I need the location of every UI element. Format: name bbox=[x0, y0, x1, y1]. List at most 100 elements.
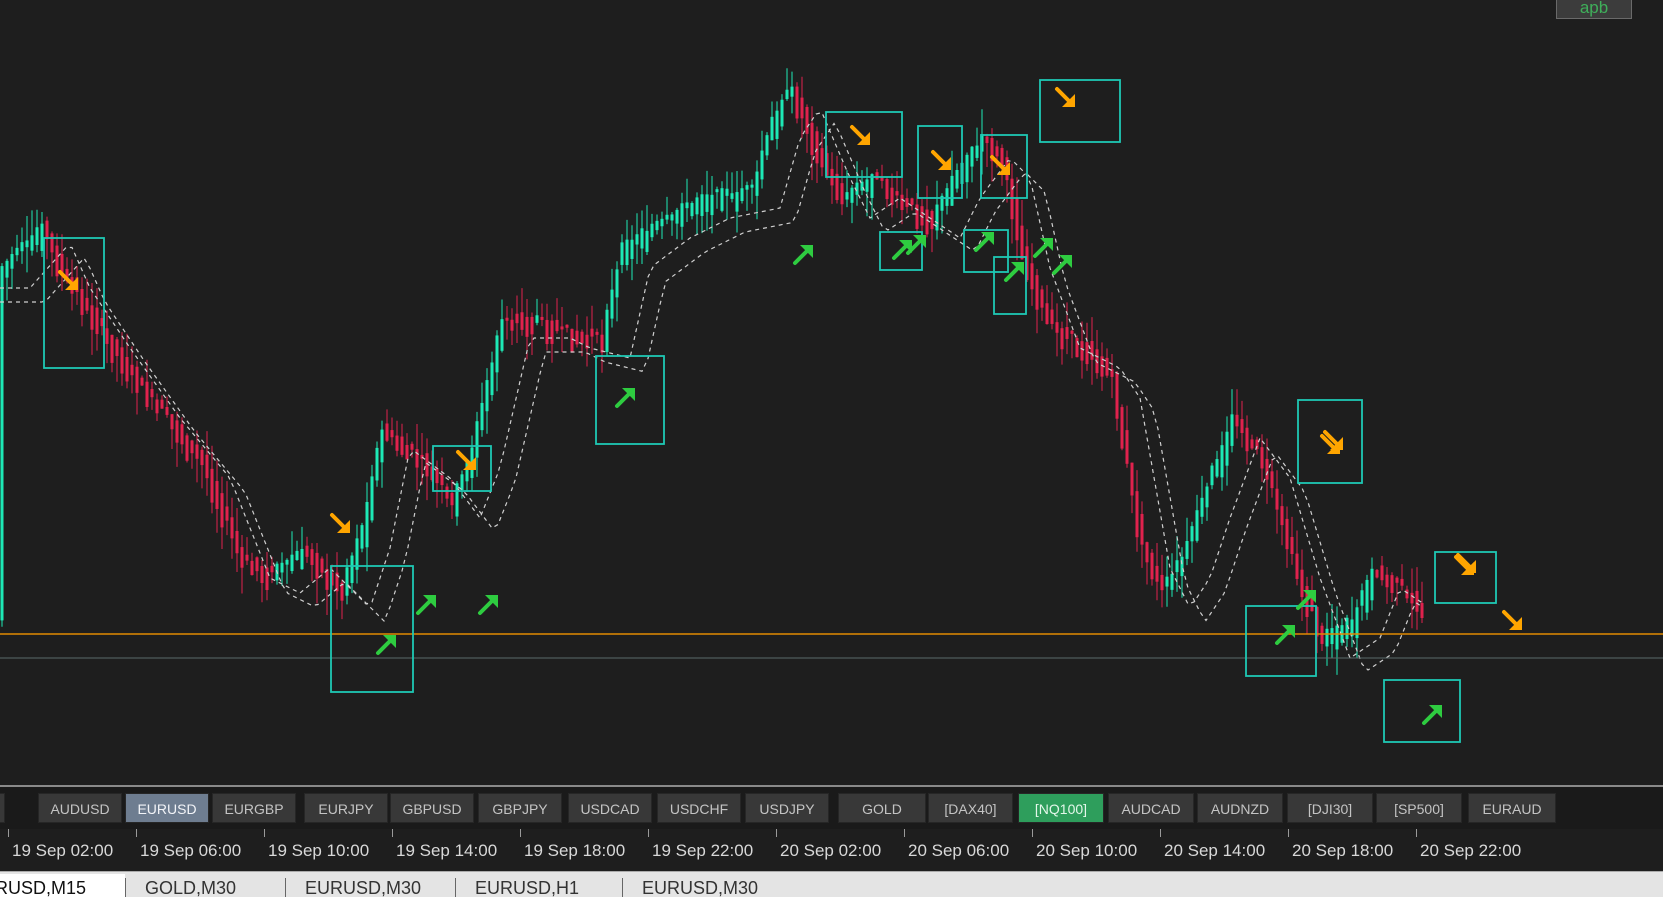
candle-body bbox=[1300, 569, 1304, 598]
candle-body bbox=[50, 233, 54, 253]
symbol-button-gbpjpy[interactable]: GBPJPY bbox=[478, 793, 562, 823]
candle-body bbox=[685, 202, 689, 209]
symbol-button-usdjpy[interactable]: USDJPY bbox=[745, 793, 829, 823]
candle-body bbox=[305, 545, 309, 557]
chart-tab[interactable]: RUSD,M15 bbox=[0, 874, 125, 897]
time-label: 20 Sep 06:00 bbox=[908, 841, 1010, 860]
candle-body bbox=[975, 145, 979, 158]
candle-body bbox=[135, 366, 139, 393]
time-label: 19 Sep 18:00 bbox=[524, 841, 626, 860]
candle-body bbox=[505, 317, 509, 321]
candle-body bbox=[265, 567, 269, 591]
candle-body bbox=[850, 187, 854, 203]
symbol-button-gbpusd[interactable]: GBPUSD bbox=[390, 793, 474, 823]
candle-body bbox=[895, 191, 899, 196]
candle-body bbox=[1040, 289, 1044, 308]
chart-tab[interactable]: EURUSD,H1 bbox=[455, 874, 622, 897]
candle-body bbox=[10, 254, 14, 269]
candle-body bbox=[1260, 447, 1264, 469]
signal-box bbox=[1434, 551, 1497, 604]
symbol-button-eurusd[interactable]: EURUSD bbox=[125, 793, 209, 823]
candle-body bbox=[765, 135, 769, 156]
candle-body bbox=[1335, 625, 1339, 650]
candle-body bbox=[260, 566, 264, 583]
candle-body bbox=[660, 218, 664, 227]
time-label: 19 Sep 06:00 bbox=[140, 841, 242, 860]
candle-body bbox=[1280, 506, 1284, 526]
candle-body bbox=[1050, 309, 1054, 324]
candle-body bbox=[160, 399, 164, 409]
chart-tab[interactable]: EURUSD,M30 bbox=[622, 874, 792, 897]
time-tick bbox=[1160, 829, 1161, 837]
candle-body bbox=[1200, 497, 1204, 517]
candle-body bbox=[665, 214, 669, 220]
time-label: 20 Sep 10:00 bbox=[1036, 841, 1138, 860]
symbol-button-audnzd[interactable]: AUDNZD bbox=[1197, 793, 1283, 823]
candle-body bbox=[725, 188, 729, 196]
candle-body bbox=[225, 506, 229, 521]
candle-body bbox=[550, 320, 554, 344]
symbol-button-euraud[interactable]: EURAUD bbox=[1468, 793, 1556, 823]
chart-tab[interactable]: EURUSD,M30 bbox=[285, 874, 455, 897]
candle-body bbox=[840, 183, 844, 205]
symbol-button-sp500[interactable]: [SP500] bbox=[1376, 793, 1462, 823]
candle-body bbox=[1105, 357, 1109, 376]
tab-separator bbox=[285, 878, 286, 897]
time-label: 19 Sep 10:00 bbox=[268, 841, 370, 860]
candle-body bbox=[475, 421, 479, 458]
symbol-button-dji30[interactable]: [DJI30] bbox=[1287, 793, 1373, 823]
candle-body bbox=[1220, 445, 1224, 478]
symbol-button-gold[interactable]: GOLD bbox=[838, 793, 926, 823]
signal-box bbox=[43, 237, 105, 369]
symbol-button-eurgbp[interactable]: EURGBP bbox=[212, 793, 296, 823]
candle-body bbox=[310, 549, 314, 565]
candle-body bbox=[950, 175, 954, 206]
candle-body bbox=[515, 313, 519, 324]
time-label: 20 Sep 22:00 bbox=[1420, 841, 1522, 860]
top-right-button[interactable]: apb bbox=[1556, 0, 1632, 19]
candle-body bbox=[520, 312, 524, 330]
candle-body bbox=[965, 154, 969, 183]
candle-body bbox=[1360, 590, 1364, 606]
candle-body bbox=[1130, 462, 1134, 496]
candle-body bbox=[350, 555, 354, 584]
symbol-button-usdchf[interactable]: USDCHF bbox=[657, 793, 741, 823]
candle-body bbox=[220, 493, 224, 528]
time-label: 19 Sep 14:00 bbox=[396, 841, 498, 860]
price-chart[interactable]: apb bbox=[0, 0, 1663, 785]
candle-body bbox=[20, 242, 24, 252]
candle-body bbox=[610, 289, 614, 319]
candle-body bbox=[125, 356, 129, 382]
candle-body bbox=[1135, 491, 1139, 538]
candlestick-chart-canvas[interactable] bbox=[0, 0, 1663, 785]
candle-body bbox=[490, 362, 494, 396]
signal-box bbox=[1039, 79, 1121, 143]
candle-body bbox=[540, 316, 544, 320]
candle-body bbox=[35, 227, 39, 246]
time-tick bbox=[8, 829, 9, 837]
candle-body bbox=[740, 188, 744, 202]
candle-body bbox=[45, 220, 49, 240]
candle-body bbox=[345, 567, 349, 596]
candle-body bbox=[1400, 578, 1404, 586]
symbol-button-usdcad[interactable]: USDCAD bbox=[568, 793, 652, 823]
candle-body bbox=[795, 86, 799, 119]
candle-body bbox=[5, 260, 9, 278]
candle-body bbox=[680, 203, 684, 227]
candle-body bbox=[15, 247, 19, 256]
candle-body bbox=[715, 189, 719, 193]
time-tick bbox=[1288, 829, 1289, 837]
symbol-button-audcad[interactable]: AUDCAD bbox=[1108, 793, 1194, 823]
candle-body bbox=[495, 335, 499, 373]
candle-body bbox=[605, 309, 609, 352]
candle-body bbox=[230, 517, 234, 539]
candle-body bbox=[95, 307, 99, 335]
symbol-button-audusd[interactable]: AUDUSD bbox=[38, 793, 122, 823]
chart-tab[interactable]: GOLD,M30 bbox=[125, 874, 285, 897]
candle-body bbox=[800, 97, 804, 119]
symbol-button-dax40[interactable]: [DAX40] bbox=[928, 793, 1013, 823]
symbol-button-eurjpy[interactable]: EURJPY bbox=[304, 793, 388, 823]
symbol-button-zd[interactable]: ZD bbox=[0, 793, 5, 823]
symbol-button-nq100[interactable]: [NQ100] bbox=[1018, 793, 1104, 823]
candle-body bbox=[1035, 275, 1039, 310]
